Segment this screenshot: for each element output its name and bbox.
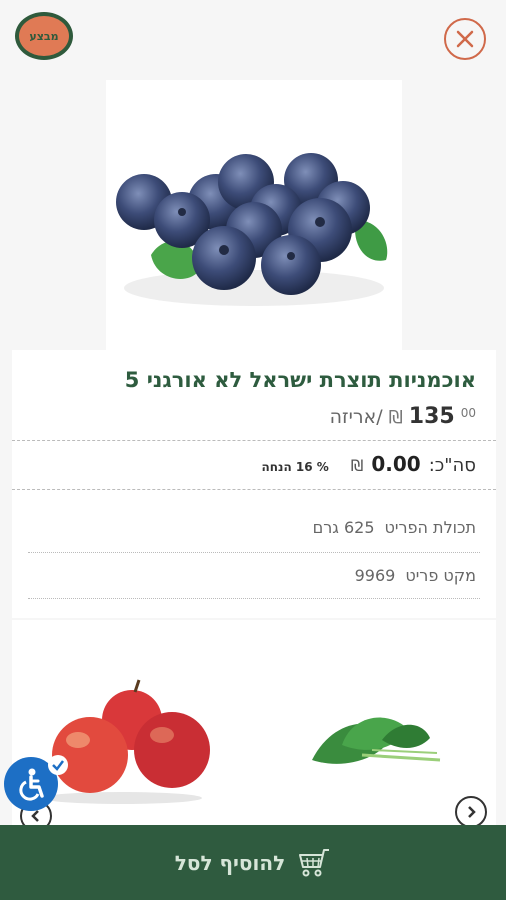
product-title: אוכמניות תוצרת ישראל לא אורגני 5	[124, 368, 476, 392]
divider	[12, 489, 496, 490]
total-label: סה"כ:	[428, 455, 476, 476]
wheelchair-icon	[19, 768, 44, 801]
divider	[12, 440, 496, 441]
price-unit: /אריזה	[329, 406, 383, 428]
apples-product[interactable]	[42, 679, 210, 804]
price-currency: ₪	[388, 407, 403, 428]
divider	[28, 552, 480, 553]
sku-row: מקט פריט 9969	[355, 566, 476, 585]
sku-value: 9969	[354, 566, 396, 585]
add-to-cart-label: להוסיף לסל	[174, 850, 286, 875]
carousel-next-button[interactable]	[455, 796, 487, 828]
product-image	[106, 80, 402, 350]
check-icon	[48, 755, 68, 775]
close-icon	[456, 30, 474, 48]
total-row: סה"כ: 0.00 ₪ % 16 הנחה	[262, 452, 476, 476]
add-to-cart-button[interactable]: להוסיף לסל	[0, 825, 506, 900]
price-decimal: 00	[460, 406, 476, 420]
total-value: 0.00	[371, 452, 421, 476]
sale-badge-label: מבצע	[29, 29, 59, 43]
close-button[interactable]	[444, 18, 486, 60]
discount-badge: % 16 הנחה	[261, 460, 329, 474]
price-integer: 135	[408, 404, 455, 429]
sale-badge: מבצע	[15, 12, 73, 60]
related-products	[12, 620, 496, 830]
weight-row: תכולת הפריט 625 גרם	[313, 518, 476, 537]
chevron-right-icon	[468, 806, 476, 818]
cart-icon	[299, 848, 330, 876]
blueberries-image	[116, 153, 388, 306]
sku-label: מקט פריט	[405, 566, 476, 585]
total-currency: ₪	[350, 456, 364, 475]
divider	[28, 598, 480, 599]
weight-label: תכולת הפריט	[384, 518, 476, 537]
weight-value: 625 גרם	[312, 518, 375, 537]
chevron-left-icon	[31, 810, 39, 822]
price-row: 00 135 ₪ /אריזה	[330, 404, 476, 429]
spinach-product[interactable]	[312, 717, 441, 764]
